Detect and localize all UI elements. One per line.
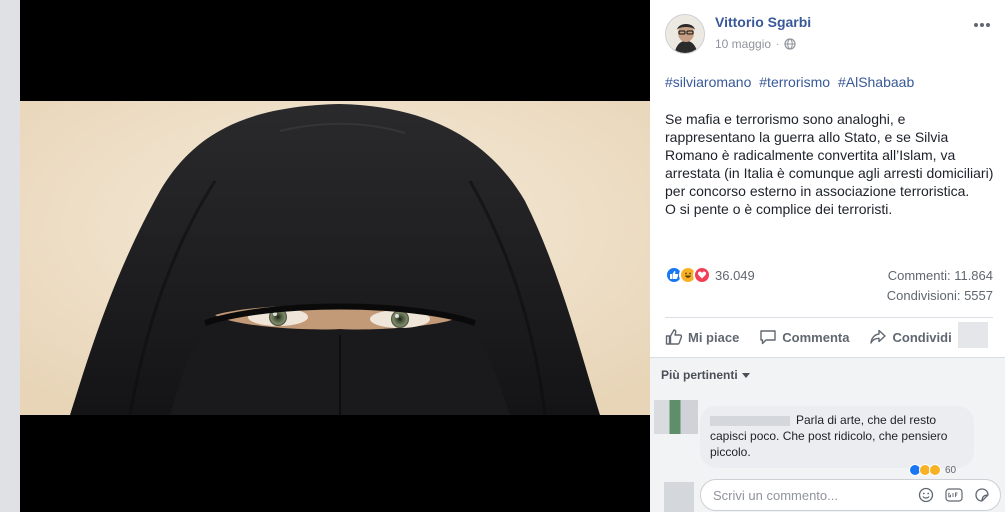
comment-sort-dropdown[interactable]: Più pertinenti [661,368,750,382]
photo-viewer[interactable] [20,0,650,512]
love-reaction-icon [693,266,711,284]
hashtag-terrorismo[interactable]: #terrorismo [759,74,830,90]
comment-composer[interactable] [700,479,1001,511]
hashtags: #silviaromano #terrorismo #AlShabaab [665,74,918,90]
post-photo [20,101,650,415]
globe-icon [784,38,796,50]
share-button[interactable]: Condividi [869,328,952,346]
photo-illustration [20,101,650,415]
divider [665,317,993,318]
chevron-down-icon [741,372,750,378]
reactions-summary[interactable]: 36.049 [665,266,755,284]
commenter-name-redacted[interactable] [710,415,790,426]
post-panel: Vittorio Sgarbi 10 maggio · #silviaroman… [650,0,1005,512]
post-paragraph: Se mafia e terrorismo sono analoghi, e r… [665,111,994,199]
reactions-count: 36.049 [715,267,755,283]
gif-icon[interactable] [944,485,964,505]
share-button-label: Condividi [892,329,952,345]
thumbs-up-icon [665,329,683,345]
comment-bubble: Parla di arte, che del resto capisci poc… [700,406,974,468]
user-avatar[interactable] [664,482,694,512]
comment-icon [760,330,776,345]
post-actions: Mi piace Commenta Condividi [665,322,952,352]
author-name[interactable]: Vittorio Sgarbi [715,14,811,30]
audience-avatar[interactable] [958,322,988,348]
comments-section: Più pertinenti Parla di arte, che del re… [650,358,1005,512]
author-avatar[interactable] [665,14,705,54]
post-meta: 10 maggio · [715,37,796,51]
comment-button[interactable]: Commenta [759,328,849,346]
commenter-avatar[interactable] [654,400,698,434]
comment-button-label: Commenta [782,329,850,345]
author-portrait [666,15,704,53]
emoji-icon[interactable] [916,485,936,505]
hashtag-silviaromano[interactable]: #silviaromano [665,74,751,90]
meta-separator: · [776,38,780,50]
comments-count[interactable]: Commenti: 11.864 [888,268,993,283]
comment-reactions-count: 60 [945,464,957,476]
composer-icons [916,485,992,505]
post-body: Se mafia e terrorismo sono analoghi, e r… [665,110,995,218]
shares-count[interactable]: Condivisioni: 5557 [887,288,993,303]
post-paragraph: O si pente o è complice dei terroristi. [665,201,893,217]
comment-input[interactable] [713,487,916,503]
more-options-button[interactable] [973,12,991,33]
more-icon [974,23,990,27]
post-date[interactable]: 10 maggio [715,37,771,51]
share-icon [870,329,887,344]
hashtag-alshabaab[interactable]: #AlShabaab [838,74,914,90]
sticker-icon[interactable] [972,485,992,505]
comment-sort-label: Più pertinenti [661,368,738,382]
background-feed [0,0,20,512]
comment-reactions[interactable]: 60 [909,464,956,476]
like-button[interactable]: Mi piace [665,328,739,346]
haha-reaction-icon [929,464,941,476]
like-button-label: Mi piace [688,329,740,345]
